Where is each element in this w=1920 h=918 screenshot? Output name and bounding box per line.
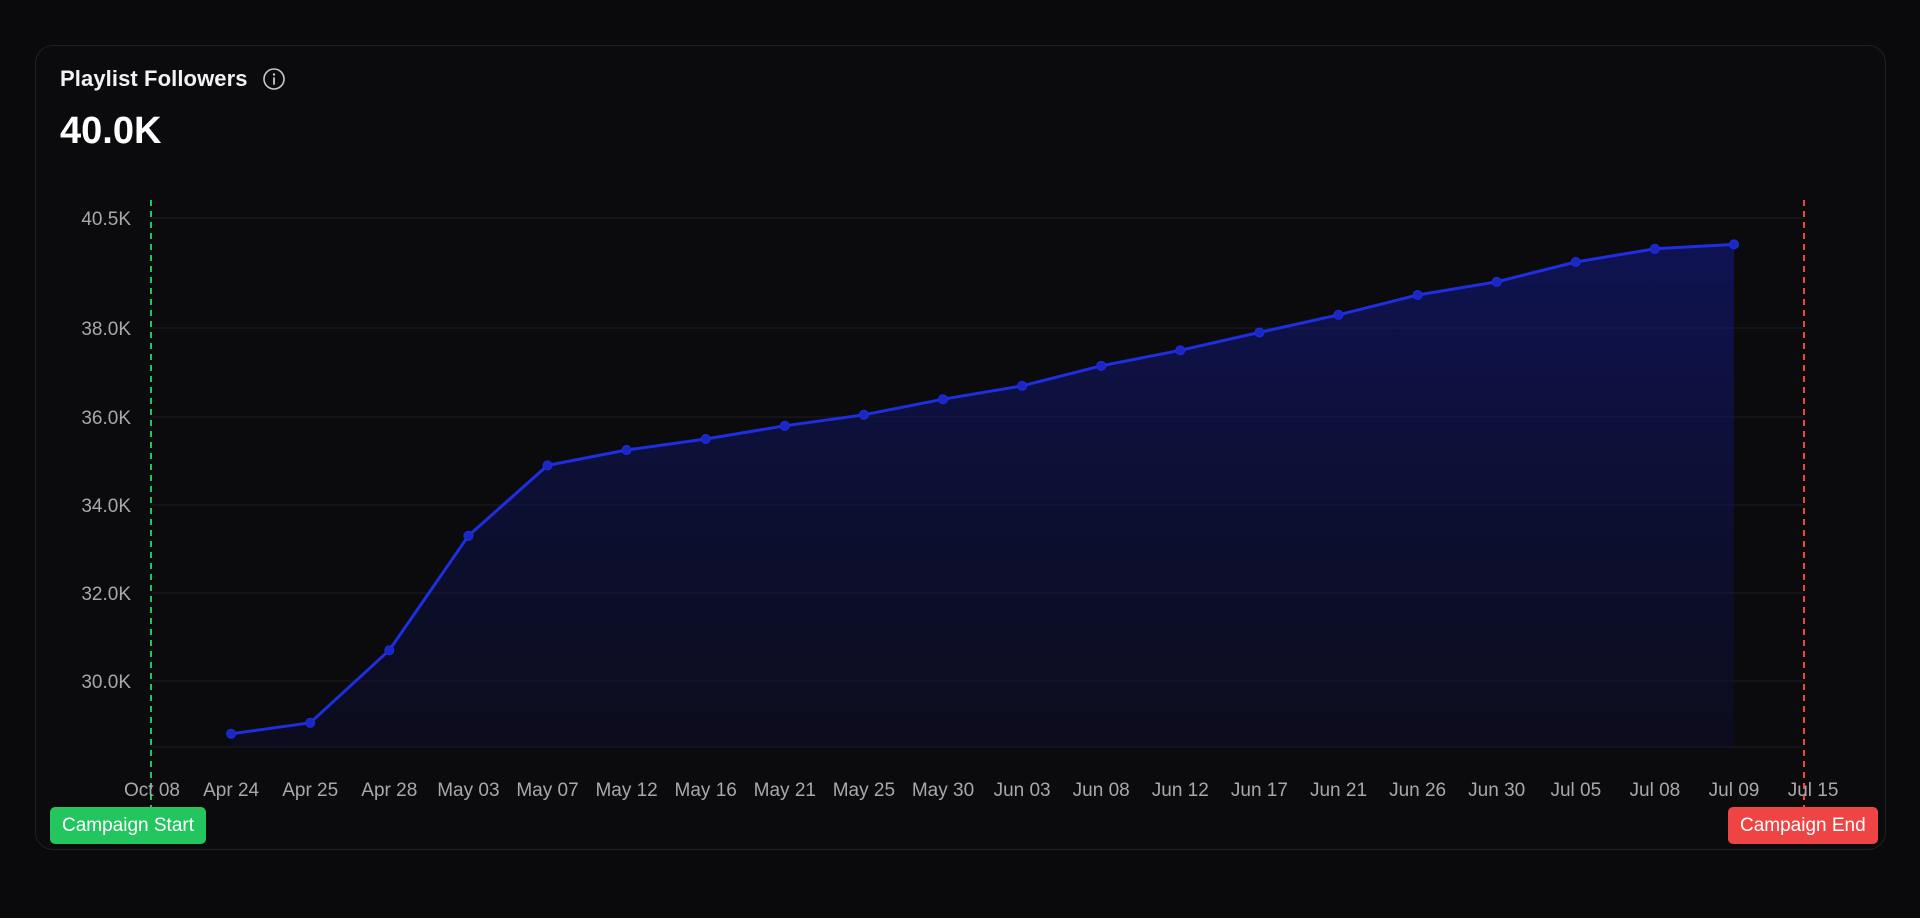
x-tick-label: May 16 xyxy=(675,780,737,801)
x-tick-label: Jul 08 xyxy=(1630,780,1681,801)
data-point xyxy=(1491,276,1502,287)
x-tick-label: Apr 25 xyxy=(282,780,338,801)
x-tick-label: Jul 15 xyxy=(1788,780,1839,801)
data-point xyxy=(1017,380,1028,391)
data-point xyxy=(1412,290,1423,300)
y-tick-label: 36.0K xyxy=(81,408,131,429)
followers-area xyxy=(231,244,1735,747)
data-point xyxy=(1333,309,1344,320)
x-tick-label: May 12 xyxy=(595,780,657,801)
x-tick-label: Jun 12 xyxy=(1152,780,1209,801)
x-tick-label: Apr 24 xyxy=(203,780,259,801)
data-point xyxy=(858,409,869,420)
data-point xyxy=(1570,257,1581,267)
x-tick-label: Jun 26 xyxy=(1389,780,1446,801)
data-point xyxy=(1254,327,1265,338)
data-point xyxy=(938,394,948,405)
x-tick-label: Apr 28 xyxy=(361,780,417,801)
campaign-end-badge: Campaign End xyxy=(1728,807,1878,844)
data-point xyxy=(1096,360,1107,371)
x-tick-label: Jun 21 xyxy=(1310,780,1367,801)
data-point xyxy=(1729,239,1739,250)
x-tick-label: Jun 03 xyxy=(994,780,1051,801)
y-tick-label: 34.0K xyxy=(81,496,131,517)
data-point xyxy=(384,645,395,656)
data-point xyxy=(226,728,237,739)
x-tick-label: Jul 05 xyxy=(1550,780,1601,801)
data-point xyxy=(463,530,474,541)
data-point xyxy=(1649,243,1660,254)
followers-area-chart: 30.0K 32.0K 34.0K 36.0K 38.0K 40.5K Oct 08 Apr… xyxy=(81,200,1839,808)
y-tick-label: 38.0K xyxy=(81,319,131,340)
y-tick-label: 30.0K xyxy=(81,672,131,693)
x-tick-label: Jun 17 xyxy=(1231,780,1288,801)
x-tick-label: May 21 xyxy=(754,780,816,801)
data-point xyxy=(305,717,316,728)
data-point xyxy=(779,420,790,431)
x-tick-label: May 07 xyxy=(516,780,578,801)
campaign-start-badge: Campaign Start xyxy=(50,807,207,844)
x-tick-label: May 03 xyxy=(437,780,499,801)
x-tick-label: Jun 08 xyxy=(1073,780,1130,801)
x-tick-label: Jun 30 xyxy=(1468,780,1525,801)
y-tick-label: 40.5K xyxy=(81,209,131,230)
data-point xyxy=(700,434,711,444)
data-point xyxy=(542,460,553,471)
data-point xyxy=(1175,345,1186,356)
x-tick-label: Jul 09 xyxy=(1709,780,1760,801)
x-tick-label: Oct 08 xyxy=(124,780,180,801)
data-point xyxy=(621,445,632,455)
x-tick-label: May 25 xyxy=(833,780,895,801)
y-tick-label: 32.0K xyxy=(81,584,131,605)
x-tick-label: May 30 xyxy=(912,780,974,801)
